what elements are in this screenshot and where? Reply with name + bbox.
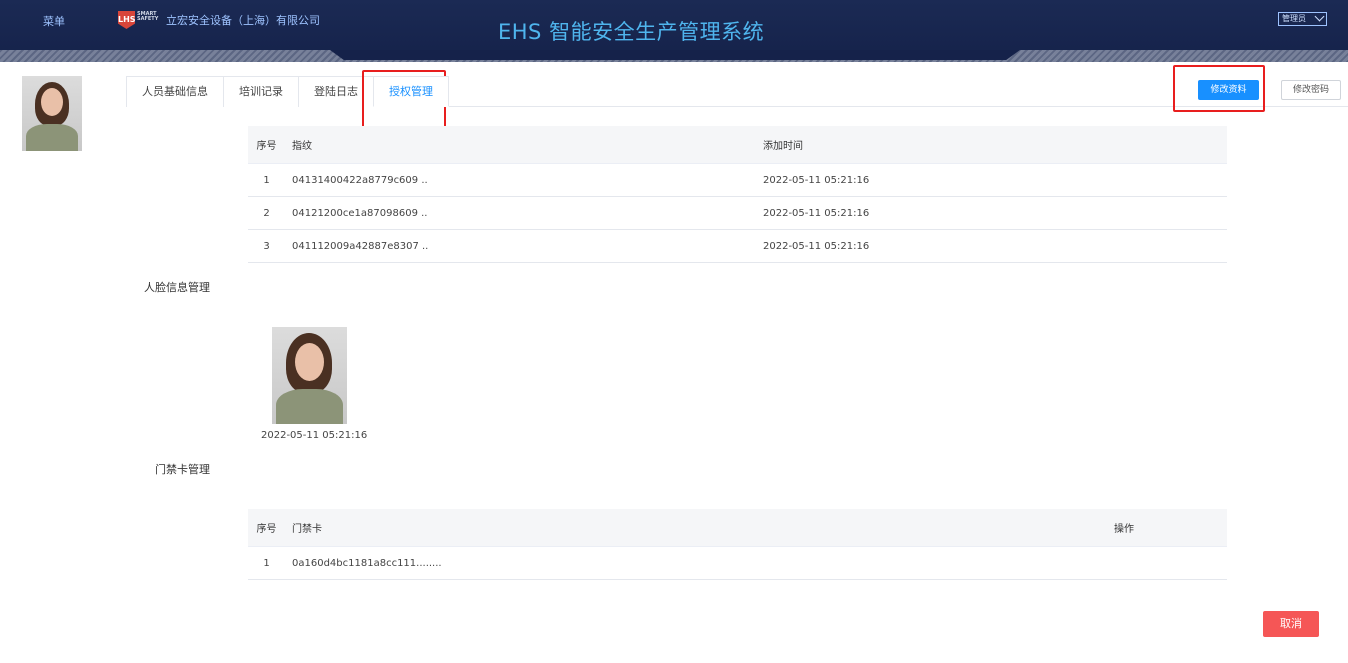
row-index: 3: [263, 240, 270, 252]
fingerprint-table: 序号 指纹 添加时间 1 04131400422a8779c609 .. 202…: [248, 126, 1227, 263]
avatar: [22, 76, 82, 151]
tab-authorization[interactable]: 授权管理: [373, 76, 449, 107]
row-index: 2: [263, 207, 270, 219]
face-photo: [272, 327, 347, 424]
row-fingerprint: 04121200ce1a87098609 ..: [292, 207, 428, 219]
table-header: 序号 指纹 添加时间: [248, 126, 1227, 164]
row-card: 0a160d4bc1181a8cc111........: [292, 557, 442, 569]
column-card: 门禁卡: [292, 524, 322, 535]
chevron-down-icon: [1314, 11, 1325, 22]
company-name: 立宏安全设备（上海）有限公司: [166, 14, 320, 27]
table-row: 3 041112009a42887e8307 .. 2022-05-11 05:…: [248, 230, 1227, 263]
column-operation: 操作: [1114, 524, 1134, 535]
top-header: 菜单 LHS SMART SAFETY 立宏安全设备（上海）有限公司 EHS 智…: [0, 0, 1348, 62]
row-added-time: 2022-05-11 05:21:16: [763, 240, 870, 252]
app-title: EHS 智能安全生产管理系统: [498, 20, 765, 44]
menu-button[interactable]: 菜单: [43, 13, 65, 29]
change-password-button[interactable]: 修改密码: [1281, 80, 1341, 100]
row-index: 1: [263, 557, 270, 569]
tab-bar: 人员基础信息 培训记录 登陆日志 授权管理: [126, 76, 449, 107]
row-fingerprint: 04131400422a8779c609 ..: [292, 174, 428, 186]
column-index: 序号: [256, 141, 277, 152]
cancel-button[interactable]: 取消: [1263, 611, 1319, 637]
row-index: 1: [263, 174, 270, 186]
face-photo-time: 2022-05-11 05:21:16: [261, 430, 368, 441]
tab-training-records[interactable]: 培训记录: [223, 76, 299, 107]
column-index: 序号: [256, 524, 277, 535]
card-section-label: 门禁卡管理: [155, 463, 210, 476]
row-added-time: 2022-05-11 05:21:16: [763, 174, 870, 186]
tab-basic-info[interactable]: 人员基础信息: [126, 76, 224, 107]
row-added-time: 2022-05-11 05:21:16: [763, 207, 870, 219]
user-role-label: 管理员: [1282, 14, 1306, 23]
company-logo-icon: LHS: [118, 11, 135, 29]
column-added-time: 添加时间: [763, 141, 803, 152]
table-row: 1 04131400422a8779c609 .. 2022-05-11 05:…: [248, 164, 1227, 197]
row-fingerprint: 041112009a42887e8307 ..: [292, 240, 429, 252]
user-role-dropdown[interactable]: 管理员: [1278, 11, 1327, 26]
access-card-table: 序号 门禁卡 操作 1 0a160d4bc1181a8cc111........: [248, 509, 1227, 580]
table-row: 1 0a160d4bc1181a8cc111........: [248, 547, 1227, 580]
table-header: 序号 门禁卡 操作: [248, 509, 1227, 547]
highlight-box-button: [1173, 65, 1265, 112]
table-row: 2 04121200ce1a87098609 .. 2022-05-11 05:…: [248, 197, 1227, 230]
logo-subtext: SMART SAFETY: [137, 11, 159, 22]
header-title-panel: [330, 50, 1020, 60]
column-fingerprint: 指纹: [292, 141, 312, 152]
face-section-label: 人脸信息管理: [144, 281, 210, 294]
